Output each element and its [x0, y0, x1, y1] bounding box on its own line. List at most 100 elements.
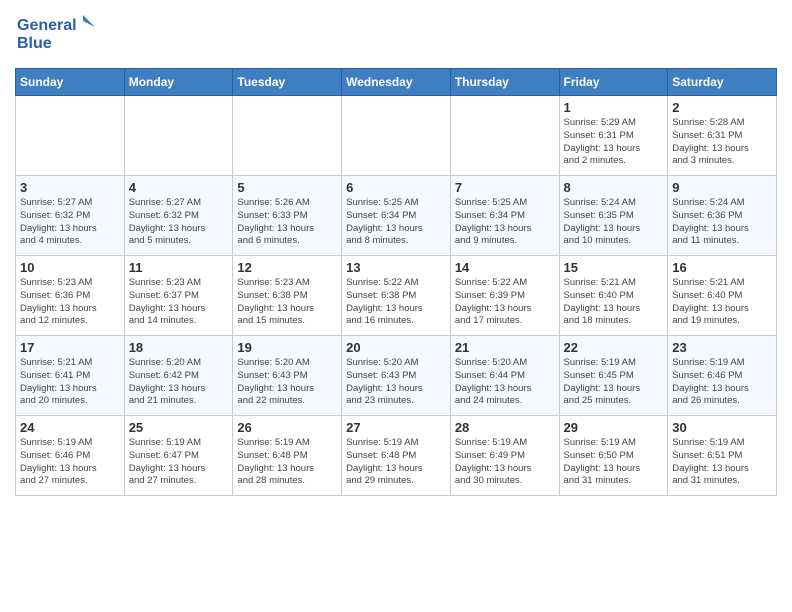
- calendar-cell: 7 Sunrise: 5:25 AM Sunset: 6:34 PM Daylig…: [450, 176, 559, 256]
- day-number: 5: [237, 180, 337, 195]
- calendar-week-1: 1 Sunrise: 5:29 AM Sunset: 6:31 PM Daylig…: [16, 96, 777, 176]
- calendar-cell: [124, 96, 233, 176]
- calendar-cell: 2Sunrise: 5:28 AM Sunset: 6:31 PM Daylig…: [668, 96, 777, 176]
- day-info: Sunrise: 5:22 AM Sunset: 6:38 PM Dayligh…: [346, 277, 446, 328]
- day-number: 23: [672, 340, 772, 355]
- calendar-cell: 25 Sunrise: 5:19 AM Sunset: 6:47 PM Dayli…: [124, 416, 233, 496]
- calendar-cell: 23Sunrise: 5:19 AM Sunset: 6:46 PM Dayli…: [668, 336, 777, 416]
- day-info: Sunrise: 5:19 AM Sunset: 6:46 PM Dayligh…: [20, 437, 120, 488]
- day-number: 11: [129, 260, 229, 275]
- calendar-cell: 28 Sunrise: 5:19 AM Sunset: 6:49 PM Dayli…: [450, 416, 559, 496]
- day-info: Sunrise: 5:19 AM Sunset: 6:47 PM Dayligh…: [129, 437, 229, 488]
- calendar-cell: 21 Sunrise: 5:20 AM Sunset: 6:44 PM Dayli…: [450, 336, 559, 416]
- day-info: Sunrise: 5:21 AM Sunset: 6:41 PM Dayligh…: [20, 357, 120, 408]
- calendar-cell: 19 Sunrise: 5:20 AM Sunset: 6:43 PM Dayli…: [233, 336, 342, 416]
- calendar-cell: [233, 96, 342, 176]
- day-number: 10: [20, 260, 120, 275]
- day-info: Sunrise: 5:26 AM Sunset: 6:33 PM Dayligh…: [237, 197, 337, 248]
- day-number: 29: [564, 420, 664, 435]
- calendar-cell: 15Sunrise: 5:21 AM Sunset: 6:40 PM Dayli…: [559, 256, 668, 336]
- day-info: Sunrise: 5:21 AM Sunset: 6:40 PM Dayligh…: [672, 277, 772, 328]
- day-number: 14: [455, 260, 555, 275]
- day-number: 25: [129, 420, 229, 435]
- calendar-cell: 8 Sunrise: 5:24 AM Sunset: 6:35 PM Daylig…: [559, 176, 668, 256]
- calendar-cell: 14 Sunrise: 5:22 AM Sunset: 6:39 PM Dayli…: [450, 256, 559, 336]
- header-sunday: Sunday: [16, 69, 125, 96]
- day-number: 28: [455, 420, 555, 435]
- page-header: General Blue: [15, 10, 777, 60]
- header-thursday: Thursday: [450, 69, 559, 96]
- day-number: 22: [564, 340, 664, 355]
- day-number: 2: [672, 100, 772, 115]
- day-info: Sunrise: 5:23 AM Sunset: 6:38 PM Dayligh…: [237, 277, 337, 328]
- day-info: Sunrise: 5:20 AM Sunset: 6:42 PM Dayligh…: [129, 357, 229, 408]
- day-info: Sunrise: 5:20 AM Sunset: 6:43 PM Dayligh…: [346, 357, 446, 408]
- day-number: 12: [237, 260, 337, 275]
- day-number: 1: [564, 100, 664, 115]
- day-info: Sunrise: 5:19 AM Sunset: 6:48 PM Dayligh…: [237, 437, 337, 488]
- header-tuesday: Tuesday: [233, 69, 342, 96]
- day-number: 21: [455, 340, 555, 355]
- day-info: Sunrise: 5:19 AM Sunset: 6:45 PM Dayligh…: [564, 357, 664, 408]
- day-number: 30: [672, 420, 772, 435]
- calendar-cell: 22 Sunrise: 5:19 AM Sunset: 6:45 PM Dayli…: [559, 336, 668, 416]
- calendar-cell: 6 Sunrise: 5:25 AM Sunset: 6:34 PM Daylig…: [342, 176, 451, 256]
- calendar-header-row: SundayMondayTuesdayWednesdayThursdayFrid…: [16, 69, 777, 96]
- calendar-cell: 20 Sunrise: 5:20 AM Sunset: 6:43 PM Dayli…: [342, 336, 451, 416]
- calendar-cell: 3Sunrise: 5:27 AM Sunset: 6:32 PM Daylig…: [16, 176, 125, 256]
- day-number: 16: [672, 260, 772, 275]
- calendar-cell: 11 Sunrise: 5:23 AM Sunset: 6:37 PM Dayli…: [124, 256, 233, 336]
- day-info: Sunrise: 5:19 AM Sunset: 6:49 PM Dayligh…: [455, 437, 555, 488]
- day-info: Sunrise: 5:23 AM Sunset: 6:37 PM Dayligh…: [129, 277, 229, 328]
- day-info: Sunrise: 5:20 AM Sunset: 6:44 PM Dayligh…: [455, 357, 555, 408]
- day-info: Sunrise: 5:24 AM Sunset: 6:35 PM Dayligh…: [564, 197, 664, 248]
- day-info: Sunrise: 5:23 AM Sunset: 6:36 PM Dayligh…: [20, 277, 120, 328]
- calendar-cell: 4 Sunrise: 5:27 AM Sunset: 6:32 PM Daylig…: [124, 176, 233, 256]
- calendar-cell: 9 Sunrise: 5:24 AM Sunset: 6:36 PM Daylig…: [668, 176, 777, 256]
- day-number: 19: [237, 340, 337, 355]
- day-info: Sunrise: 5:25 AM Sunset: 6:34 PM Dayligh…: [455, 197, 555, 248]
- calendar-cell: 10 Sunrise: 5:23 AM Sunset: 6:36 PM Dayli…: [16, 256, 125, 336]
- day-info: Sunrise: 5:20 AM Sunset: 6:43 PM Dayligh…: [237, 357, 337, 408]
- calendar-week-2: 3Sunrise: 5:27 AM Sunset: 6:32 PM Daylig…: [16, 176, 777, 256]
- day-info: Sunrise: 5:24 AM Sunset: 6:36 PM Dayligh…: [672, 197, 772, 248]
- calendar-cell: 1 Sunrise: 5:29 AM Sunset: 6:31 PM Daylig…: [559, 96, 668, 176]
- calendar-cell: [16, 96, 125, 176]
- svg-text:Blue: Blue: [17, 35, 52, 52]
- day-number: 13: [346, 260, 446, 275]
- day-number: 9: [672, 180, 772, 195]
- day-info: Sunrise: 5:27 AM Sunset: 6:32 PM Dayligh…: [129, 197, 229, 248]
- calendar-week-3: 10 Sunrise: 5:23 AM Sunset: 6:36 PM Dayli…: [16, 256, 777, 336]
- day-number: 8: [564, 180, 664, 195]
- calendar-table: SundayMondayTuesdayWednesdayThursdayFrid…: [15, 68, 777, 496]
- day-info: Sunrise: 5:25 AM Sunset: 6:34 PM Dayligh…: [346, 197, 446, 248]
- calendar-cell: 18 Sunrise: 5:20 AM Sunset: 6:42 PM Dayli…: [124, 336, 233, 416]
- calendar-cell: 5 Sunrise: 5:26 AM Sunset: 6:33 PM Daylig…: [233, 176, 342, 256]
- day-info: Sunrise: 5:21 AM Sunset: 6:40 PM Dayligh…: [564, 277, 664, 328]
- header-saturday: Saturday: [668, 69, 777, 96]
- day-number: 17: [20, 340, 120, 355]
- day-number: 26: [237, 420, 337, 435]
- calendar-cell: [342, 96, 451, 176]
- calendar-week-5: 24Sunrise: 5:19 AM Sunset: 6:46 PM Dayli…: [16, 416, 777, 496]
- calendar-week-4: 17 Sunrise: 5:21 AM Sunset: 6:41 PM Dayli…: [16, 336, 777, 416]
- day-number: 4: [129, 180, 229, 195]
- day-number: 6: [346, 180, 446, 195]
- day-info: Sunrise: 5:19 AM Sunset: 6:51 PM Dayligh…: [672, 437, 772, 488]
- day-number: 27: [346, 420, 446, 435]
- calendar-cell: 24Sunrise: 5:19 AM Sunset: 6:46 PM Dayli…: [16, 416, 125, 496]
- header-monday: Monday: [124, 69, 233, 96]
- calendar-cell: 27 Sunrise: 5:19 AM Sunset: 6:48 PM Dayli…: [342, 416, 451, 496]
- logo-svg: General Blue: [15, 10, 95, 60]
- calendar-cell: 30 Sunrise: 5:19 AM Sunset: 6:51 PM Dayli…: [668, 416, 777, 496]
- calendar-cell: 17 Sunrise: 5:21 AM Sunset: 6:41 PM Dayli…: [16, 336, 125, 416]
- svg-text:General: General: [17, 17, 77, 34]
- day-number: 18: [129, 340, 229, 355]
- day-number: 7: [455, 180, 555, 195]
- day-number: 20: [346, 340, 446, 355]
- calendar-cell: 29Sunrise: 5:19 AM Sunset: 6:50 PM Dayli…: [559, 416, 668, 496]
- day-info: Sunrise: 5:19 AM Sunset: 6:48 PM Dayligh…: [346, 437, 446, 488]
- day-info: Sunrise: 5:29 AM Sunset: 6:31 PM Dayligh…: [564, 117, 664, 168]
- day-info: Sunrise: 5:22 AM Sunset: 6:39 PM Dayligh…: [455, 277, 555, 328]
- header-friday: Friday: [559, 69, 668, 96]
